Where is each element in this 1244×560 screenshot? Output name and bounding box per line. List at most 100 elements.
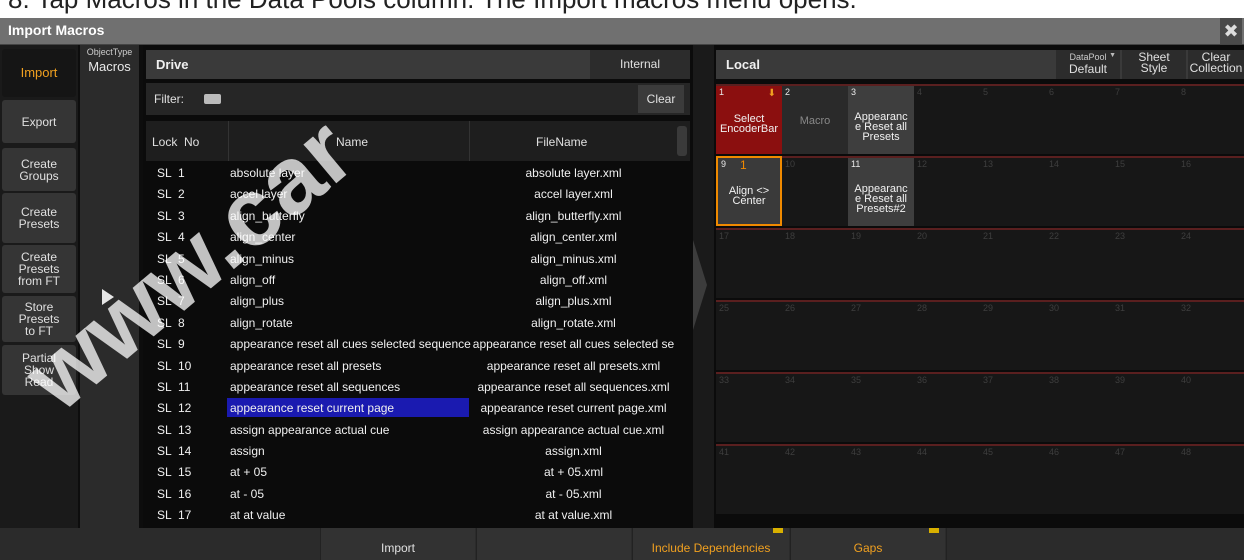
pool-cell[interactable]: 21 xyxy=(980,228,1046,298)
drive-location-select[interactable]: Internal xyxy=(590,50,690,79)
table-row[interactable]: SL 10 appearance reset all presets appearan… xyxy=(146,355,678,376)
pool-cell[interactable]: 33 xyxy=(716,372,782,442)
pool-cell[interactable]: 12 xyxy=(914,156,980,226)
pool-cell[interactable]: 19 xyxy=(848,228,914,298)
keyboard-icon[interactable] xyxy=(204,94,221,104)
pool-cell[interactable]: 14 xyxy=(1046,156,1112,226)
table-row[interactable]: SL 3 align_butterfly align_butterfly.xml xyxy=(146,205,678,226)
table-row[interactable]: SL 17 at at value at at value.xml xyxy=(146,504,678,525)
gaps-toggle[interactable]: Gaps xyxy=(790,528,945,560)
cell-no: 8 xyxy=(178,315,185,330)
pool-cell[interactable]: 45 xyxy=(980,444,1046,514)
menu-create-presets-button[interactable]: Create Presets xyxy=(2,193,76,243)
pool-cell[interactable]: 18 xyxy=(782,228,848,298)
table-row[interactable]: SL 6 align_off align_off.xml xyxy=(146,269,678,290)
sheet-style-button[interactable]: Sheet Style xyxy=(1122,50,1186,79)
pool-cell[interactable]: 16 xyxy=(1178,156,1244,226)
pool-cell[interactable]: 2 Macro xyxy=(782,84,848,154)
cell-name: align_plus xyxy=(230,294,285,309)
cell-name: appearance reset all sequences xyxy=(230,379,401,394)
pool-cell[interactable]: 5 xyxy=(980,84,1046,154)
pool-cell[interactable]: 3 Appearanc e Reset all Presets xyxy=(848,84,914,154)
column-name[interactable]: Name xyxy=(336,135,368,149)
pool-cell[interactable]: 39 xyxy=(1112,372,1178,442)
include-dependencies-toggle[interactable]: Include Dependencies xyxy=(632,528,789,560)
pool-cell[interactable]: 32 xyxy=(1178,300,1244,370)
datapool-select[interactable]: DataPool Default ▼ xyxy=(1056,50,1120,79)
cell-filename: align_minus.xml xyxy=(530,251,617,266)
pool-cell[interactable]: 30 xyxy=(1046,300,1112,370)
pool-cell[interactable]: 20 xyxy=(914,228,980,298)
scroll-grip-icon[interactable] xyxy=(677,126,687,156)
pool-cell[interactable]: 42 xyxy=(782,444,848,514)
pool-cell-number: 19 xyxy=(851,231,862,241)
pool-cell[interactable]: 7 xyxy=(1112,84,1178,154)
pool-cell[interactable]: 9 Align <> Center 1 xyxy=(716,156,782,226)
table-row[interactable]: SL 16 at - 05 at - 05.xml xyxy=(146,483,678,504)
menu-import-button[interactable]: Import xyxy=(2,49,76,97)
table-row[interactable]: SL 12 appearance reset current page appeara… xyxy=(146,397,678,418)
pool-cell[interactable]: 8 xyxy=(1178,84,1244,154)
pool-cell[interactable]: 6 xyxy=(1046,84,1112,154)
pool-cell[interactable]: 26 xyxy=(782,300,848,370)
pool-cell[interactable]: 17 xyxy=(716,228,782,298)
pool-cell[interactable]: 38 xyxy=(1046,372,1112,442)
menu-store-presets-ft-button[interactable]: Store Presets to FT xyxy=(2,296,76,342)
table-row[interactable]: SL 5 align_minus align_minus.xml xyxy=(146,248,678,269)
column-lock[interactable]: Lock xyxy=(152,135,177,149)
pool-cell[interactable]: 24 xyxy=(1178,228,1244,298)
pool-cell[interactable]: 35 xyxy=(848,372,914,442)
close-icon[interactable]: ✖ xyxy=(1220,18,1242,44)
pool-cell[interactable]: 31 xyxy=(1112,300,1178,370)
pool-cell[interactable]: 44 xyxy=(914,444,980,514)
menu-export-button[interactable]: Export xyxy=(2,100,76,143)
pool-cell[interactable]: 15 xyxy=(1112,156,1178,226)
pool-cell[interactable]: 34 xyxy=(782,372,848,442)
pool-cell[interactable]: 4 xyxy=(914,84,980,154)
filter-clear-button[interactable]: Clear xyxy=(638,85,684,113)
play-arrow-icon[interactable] xyxy=(102,289,114,305)
pool-cell[interactable]: 37 xyxy=(980,372,1046,442)
pool-cell[interactable]: 48 xyxy=(1178,444,1244,514)
pool-cell[interactable]: 43 xyxy=(848,444,914,514)
table-row[interactable]: SL 9 appearance reset all cues selected se… xyxy=(146,333,678,354)
table-row[interactable]: SL 15 at + 05 at + 05.xml xyxy=(146,461,678,482)
table-row[interactable]: SL 13 assign appearance actual cue assign a… xyxy=(146,419,678,440)
table-row[interactable]: SL 7 align_plus align_plus.xml xyxy=(146,290,678,311)
table-row[interactable]: SL 1 absolute layer absolute layer.xml xyxy=(146,162,678,183)
table-row[interactable]: SL 14 assign assign.xml xyxy=(146,440,678,461)
cell-no: 7 xyxy=(178,294,185,309)
menu-partial-show-read-button[interactable]: Partial Show Read xyxy=(2,345,76,395)
pool-cell[interactable]: 13 xyxy=(980,156,1046,226)
pool-cell[interactable]: 25 xyxy=(716,300,782,370)
clear-collection-button[interactable]: Clear Collection xyxy=(1188,50,1244,79)
pool-cell[interactable]: 23 xyxy=(1112,228,1178,298)
cell-filename: appearance reset all cues selected se xyxy=(472,337,675,352)
table-row[interactable]: SL 2 accel layer accel layer.xml xyxy=(146,183,678,204)
window-title: Import Macros xyxy=(8,22,105,38)
pool-cell[interactable]: 40 xyxy=(1178,372,1244,442)
table-row[interactable]: SL 4 align_center align_center.xml xyxy=(146,226,678,247)
pool-cell[interactable]: 1 Select EncoderBar ⬇ xyxy=(716,84,782,154)
table-row[interactable]: SL 8 align_rotate align_rotate.xml xyxy=(146,312,678,333)
menu-create-groups-button[interactable]: Create Groups xyxy=(2,148,76,191)
divider-arrow-icon[interactable] xyxy=(693,240,707,330)
pool-cell[interactable]: 22 xyxy=(1046,228,1112,298)
pool-cell[interactable]: 36 xyxy=(914,372,980,442)
pool-cell[interactable]: 41 xyxy=(716,444,782,514)
pool-cell[interactable]: 47 xyxy=(1112,444,1178,514)
column-no[interactable]: No xyxy=(184,135,199,149)
cell-name: appearance reset all cues selected seque… xyxy=(230,337,471,352)
pool-cell[interactable]: 29 xyxy=(980,300,1046,370)
pool-cell[interactable]: 28 xyxy=(914,300,980,370)
object-type-column[interactable]: ObjectType Macros xyxy=(80,45,139,528)
column-filename[interactable]: FileName xyxy=(536,135,587,149)
pool-cell[interactable]: 11 Appearanc e Reset all Presets#2 xyxy=(848,156,914,226)
import-button[interactable]: Import xyxy=(320,528,475,560)
pool-cell[interactable]: 46 xyxy=(1046,444,1112,514)
table-row[interactable]: SL 11 appearance reset all sequences appear… xyxy=(146,376,678,397)
pool-cell[interactable]: 27 xyxy=(848,300,914,370)
menu-create-presets-ft-button[interactable]: Create Presets from FT xyxy=(2,245,76,293)
pool-cell-number: 31 xyxy=(1115,303,1126,313)
pool-cell[interactable]: 10 xyxy=(782,156,848,226)
